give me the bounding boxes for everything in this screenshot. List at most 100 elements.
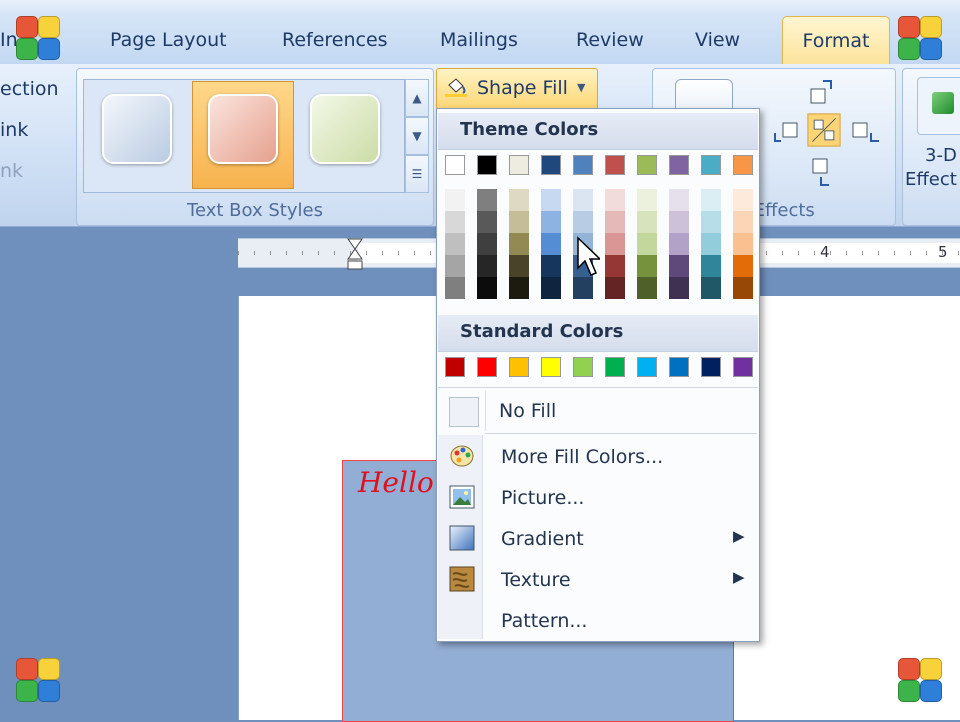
theme-color-swatch[interactable] <box>509 155 529 175</box>
gallery-scroll-up-icon[interactable]: ▲ <box>405 79 429 117</box>
shadow-on-off-icon[interactable] <box>807 113 841 147</box>
more-fill-colors-item[interactable]: More Fill Colors... <box>439 437 757 477</box>
tab-page-layout[interactable]: Page Layout <box>110 20 227 60</box>
tab-insert[interactable]: In <box>0 20 18 60</box>
theme-shade-swatch[interactable] <box>445 211 465 233</box>
theme-shade-swatch[interactable] <box>669 233 689 255</box>
theme-shade-swatch[interactable] <box>733 211 753 233</box>
theme-shade-swatch[interactable] <box>701 211 721 233</box>
theme-color-swatch[interactable] <box>445 155 465 175</box>
theme-shade-swatch[interactable] <box>477 233 497 255</box>
theme-shade-swatch[interactable] <box>573 211 593 233</box>
theme-color-swatch[interactable] <box>669 155 689 175</box>
theme-shade-swatch[interactable] <box>477 277 497 299</box>
theme-shade-swatch[interactable] <box>733 189 753 211</box>
theme-shade-swatch[interactable] <box>733 255 753 277</box>
theme-color-swatch[interactable] <box>637 155 657 175</box>
theme-color-swatch[interactable] <box>541 155 561 175</box>
tab-format[interactable]: Format <box>782 16 890 65</box>
theme-shade-swatch[interactable] <box>573 277 593 299</box>
theme-shade-swatch[interactable] <box>637 277 657 299</box>
theme-shade-swatch[interactable] <box>669 255 689 277</box>
standard-color-swatch[interactable] <box>477 357 497 377</box>
theme-color-swatch[interactable] <box>605 155 625 175</box>
theme-color-swatch[interactable] <box>733 155 753 175</box>
theme-shade-swatch[interactable] <box>445 233 465 255</box>
ribbon-command-link[interactable]: ink <box>0 119 28 141</box>
ruler-number-4: 4 <box>820 243 830 261</box>
tab-mailings[interactable]: Mailings <box>440 20 518 60</box>
tab-review[interactable]: Review <box>576 20 644 60</box>
theme-shade-swatch[interactable] <box>605 255 625 277</box>
theme-shade-swatch[interactable] <box>509 277 529 299</box>
nudge-right-icon[interactable] <box>849 115 883 149</box>
theme-shade-swatch[interactable] <box>669 189 689 211</box>
standard-color-swatch[interactable] <box>733 357 753 377</box>
standard-color-swatch[interactable] <box>541 357 561 377</box>
theme-shade-swatch[interactable] <box>541 277 561 299</box>
gallery-scroll-down-icon[interactable]: ▼ <box>405 117 429 155</box>
theme-shade-swatch[interactable] <box>637 255 657 277</box>
theme-shade-swatch[interactable] <box>733 277 753 299</box>
theme-shade-swatch[interactable] <box>605 211 625 233</box>
gradient-item[interactable]: Gradient ▶ <box>439 519 757 559</box>
theme-color-swatch[interactable] <box>701 155 721 175</box>
theme-color-swatch[interactable] <box>477 155 497 175</box>
standard-color-swatch[interactable] <box>605 357 625 377</box>
theme-shade-swatch[interactable] <box>605 189 625 211</box>
tab-view[interactable]: View <box>695 20 740 60</box>
picture-item[interactable]: Picture... <box>439 478 757 518</box>
theme-shade-swatch[interactable] <box>637 189 657 211</box>
standard-color-swatch[interactable] <box>573 357 593 377</box>
theme-shade-swatch[interactable] <box>477 211 497 233</box>
theme-shade-swatch[interactable] <box>541 233 561 255</box>
theme-shade-swatch[interactable] <box>605 277 625 299</box>
theme-shade-swatch[interactable] <box>509 233 529 255</box>
theme-shade-swatch[interactable] <box>701 277 721 299</box>
theme-shade-swatch[interactable] <box>605 233 625 255</box>
style-swatch-green[interactable] <box>310 94 380 164</box>
pattern-item[interactable]: Pattern... <box>439 601 757 641</box>
standard-color-swatch[interactable] <box>637 357 657 377</box>
theme-shade-swatch[interactable] <box>701 233 721 255</box>
nudge-up-icon[interactable] <box>803 77 837 111</box>
theme-shade-swatch[interactable] <box>733 233 753 255</box>
theme-shade-swatch[interactable] <box>573 189 593 211</box>
style-swatch-blue[interactable] <box>102 94 172 164</box>
ribbon-command-selection[interactable]: ection <box>0 78 59 100</box>
theme-shade-swatch[interactable] <box>445 189 465 211</box>
theme-shade-swatch[interactable] <box>509 189 529 211</box>
texture-item[interactable]: Texture ▶ <box>439 560 757 600</box>
nudge-down-icon[interactable] <box>807 155 841 189</box>
theme-shade-swatch[interactable] <box>445 255 465 277</box>
theme-shade-swatch[interactable] <box>637 233 657 255</box>
theme-colors-header: Theme Colors <box>438 113 758 150</box>
standard-color-swatch[interactable] <box>445 357 465 377</box>
theme-shade-swatch[interactable] <box>701 189 721 211</box>
theme-shade-swatch[interactable] <box>509 211 529 233</box>
no-fill-item[interactable]: No Fill <box>439 391 757 431</box>
theme-shade-swatch[interactable] <box>669 211 689 233</box>
theme-shade-swatch[interactable] <box>477 255 497 277</box>
theme-shade-swatch[interactable] <box>637 211 657 233</box>
shape-fill-button[interactable]: Shape Fill ▼ <box>436 68 598 110</box>
three-d-effects-button[interactable] <box>917 77 960 135</box>
theme-shade-swatch[interactable] <box>477 189 497 211</box>
theme-shade-swatch[interactable] <box>541 211 561 233</box>
theme-shade-swatch[interactable] <box>445 277 465 299</box>
nudge-left-icon[interactable] <box>771 115 805 149</box>
theme-shade-swatch[interactable] <box>669 277 689 299</box>
text-box-content[interactable]: Hello <box>358 466 434 499</box>
standard-color-swatch[interactable] <box>509 357 529 377</box>
theme-color-swatch[interactable] <box>573 155 593 175</box>
standard-color-swatch[interactable] <box>669 357 689 377</box>
theme-shade-swatch[interactable] <box>541 255 561 277</box>
standard-color-swatch[interactable] <box>701 357 721 377</box>
style-swatch-red[interactable] <box>208 94 278 164</box>
gallery-more-icon[interactable]: ☰ <box>405 155 429 193</box>
indent-marker-icon[interactable] <box>346 237 364 271</box>
theme-shade-swatch[interactable] <box>541 189 561 211</box>
theme-shade-swatch[interactable] <box>509 255 529 277</box>
theme-shade-swatch[interactable] <box>701 255 721 277</box>
tab-references[interactable]: References <box>282 20 388 60</box>
